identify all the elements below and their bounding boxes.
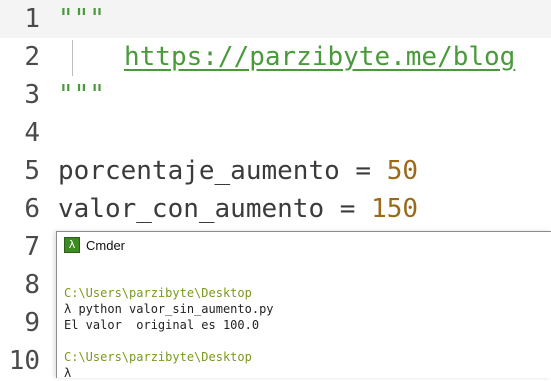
cmder-terminal-window[interactable]: λ Cmder C:\Users\parzibyte\Desktop λ pyt… (56, 231, 551, 381)
docstring-open: """ (58, 4, 105, 34)
indent-guide (72, 40, 73, 76)
assignment-statement: valor_con_aumento = 150 (58, 190, 418, 228)
line-number: 4 (24, 118, 40, 148)
line-number: 10 (8, 346, 40, 376)
code-line-2[interactable]: 2 https://parzibyte.me/blog (0, 38, 551, 76)
number-literal: 150 (371, 194, 419, 224)
code-line-1[interactable]: 1 """ (0, 0, 551, 38)
prompt-input[interactable]: λ (64, 365, 550, 381)
command-line: λ python valor_sin_aumento.py (64, 302, 274, 316)
line-number: 8 (24, 270, 40, 300)
docstring-url-link[interactable]: https://parzibyte.me/blog (124, 38, 515, 76)
output-line: El valor original es 100.0 (64, 318, 260, 332)
assign-operator: = (324, 194, 372, 224)
code-line-3[interactable]: 3 """ (0, 76, 551, 114)
variable-name: porcentaje_aumento (58, 156, 340, 186)
line-number: 6 (24, 194, 40, 224)
number-literal: 50 (386, 156, 419, 186)
code-line-6[interactable]: 6 valor_con_aumento = 150 (0, 190, 551, 228)
line-number: 5 (24, 156, 40, 186)
code-line-4[interactable]: 4 (0, 114, 551, 152)
window-title: Cmder (86, 238, 126, 253)
assign-operator: = (339, 156, 387, 186)
prompt-path: C:\Users\parzibyte\Desktop (64, 286, 252, 300)
prompt-path: C:\Users\parzibyte\Desktop (64, 350, 252, 364)
line-number: 2 (24, 42, 40, 72)
variable-name: valor_con_aumento (58, 194, 325, 224)
line-number: 9 (24, 308, 40, 338)
line-number: 3 (24, 80, 40, 110)
line-number: 7 (24, 232, 40, 262)
docstring-close: """ (58, 80, 105, 110)
cmder-titlebar[interactable]: λ Cmder (57, 232, 551, 262)
line-number: 1 (24, 4, 40, 34)
lambda-icon: λ (64, 237, 80, 253)
assignment-statement: porcentaje_aumento = 50 (58, 152, 418, 190)
terminal-output[interactable]: C:\Users\parzibyte\Desktop λ python valo… (64, 285, 550, 381)
code-line-5[interactable]: 5 porcentaje_aumento = 50 (0, 152, 551, 190)
